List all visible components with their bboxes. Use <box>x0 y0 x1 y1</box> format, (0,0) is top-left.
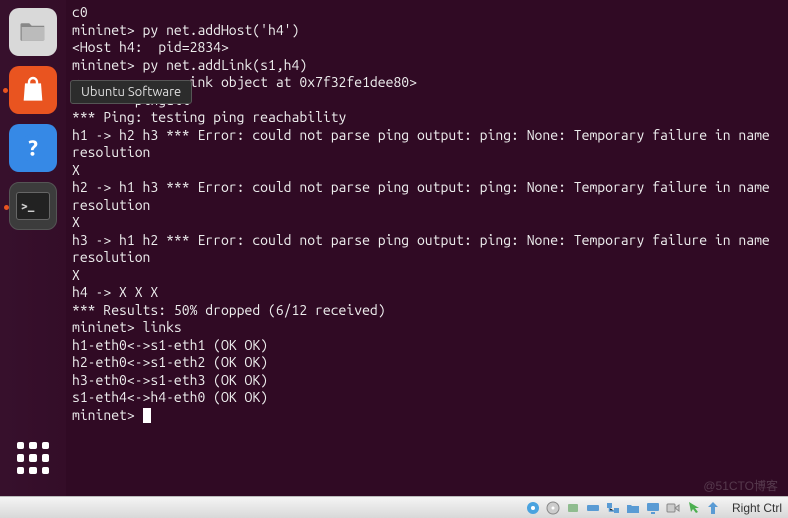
hard-disk-icon[interactable] <box>524 499 542 517</box>
watermark-text: @51CTO博客 <box>703 477 778 494</box>
keyboard-capture-icon[interactable] <box>704 499 722 517</box>
display-icon[interactable] <box>644 499 662 517</box>
vm-status-bar: Right Ctrl <box>0 496 788 518</box>
tooltip-text: Ubuntu Software <box>81 85 181 99</box>
terminal-line: h1 -> h2 h3 *** Error: could not parse p… <box>72 127 782 162</box>
terminal-prompt: mininet> <box>72 407 143 423</box>
shopping-bag-icon <box>17 74 49 106</box>
shared-folder-icon[interactable] <box>624 499 642 517</box>
cursor-icon <box>143 408 151 423</box>
terminal-line: h4 -> X X X <box>72 284 782 302</box>
show-applications-icon[interactable] <box>9 434 57 482</box>
terminal-line: mininet> py net.addLink(s1,h4) <box>72 57 782 75</box>
host-key-label: Right Ctrl <box>732 501 782 515</box>
terminal-line: mininet> links <box>72 319 782 337</box>
terminal-line: c0 <box>72 4 782 22</box>
ubuntu-software-icon[interactable] <box>9 66 57 114</box>
usb-icon[interactable] <box>584 499 602 517</box>
question-mark-icon: ? <box>18 133 48 163</box>
terminal-line: *** Results: 50% dropped (6/12 received) <box>72 302 782 320</box>
terminal-line: X <box>72 214 782 232</box>
terminal-output[interactable]: c0mininet> py net.addHost('h4')<Host h4:… <box>66 0 788 496</box>
mouse-integration-icon[interactable] <box>684 499 702 517</box>
running-indicator-icon <box>4 205 9 210</box>
terminal-line: h1-eth0<->s1-eth1 (OK OK) <box>72 337 782 355</box>
terminal-glyph-icon: >_ <box>16 192 50 220</box>
svg-text:?: ? <box>27 137 39 161</box>
optical-disk-icon[interactable] <box>544 499 562 517</box>
audio-icon[interactable] <box>564 499 582 517</box>
launcher-tooltip: Ubuntu Software <box>70 80 192 104</box>
terminal-line: X <box>72 267 782 285</box>
terminal-line: <Host h4: pid=2834> <box>72 39 782 57</box>
terminal-app-icon[interactable]: >_ <box>9 182 57 230</box>
terminal-line: h3-eth0<->s1-eth3 (OK OK) <box>72 372 782 390</box>
terminal-line: h3 -> h1 h2 *** Error: could not parse p… <box>72 232 782 267</box>
help-icon[interactable]: ? <box>9 124 57 172</box>
terminal-line: *** Ping: testing ping reachability <box>72 109 782 127</box>
terminal-line: h2-eth0<->s1-eth2 (OK OK) <box>72 354 782 372</box>
launcher-dock: ? >_ <box>0 0 66 496</box>
recording-icon[interactable] <box>664 499 682 517</box>
terminal-line: X <box>72 162 782 180</box>
terminal-line: h2 -> h1 h3 *** Error: could not parse p… <box>72 179 782 214</box>
network-icon[interactable] <box>604 499 622 517</box>
terminal-line: mininet> py net.addHost('h4') <box>72 22 782 40</box>
files-icon[interactable] <box>9 8 57 56</box>
terminal-line: s1-eth4<->h4-eth0 (OK OK) <box>72 389 782 407</box>
folder-icon <box>18 17 48 47</box>
running-indicator-icon <box>3 88 8 93</box>
